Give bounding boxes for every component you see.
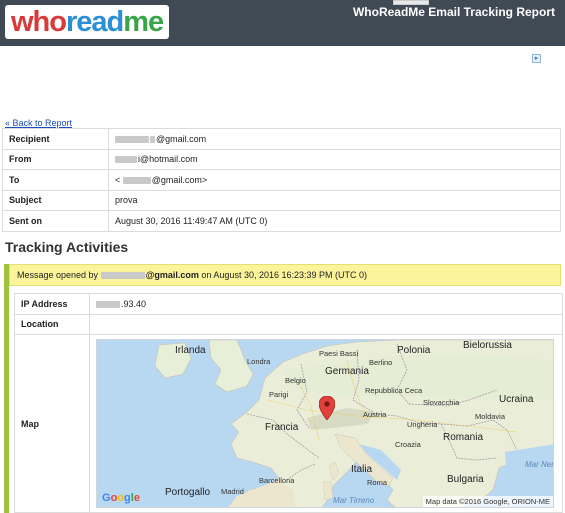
map-label: Parigi: [269, 390, 289, 399]
subject-value: prova: [108, 189, 561, 211]
tracking-activity: Message opened by @gmail.com on August 3…: [4, 264, 563, 513]
redacted-block: [150, 135, 155, 143]
logo-text-me: me: [123, 6, 164, 38]
ip-address-value: .93.40: [89, 293, 563, 315]
table-row: Subject prova: [2, 189, 561, 211]
recipient-label: Recipient: [2, 128, 109, 150]
report-title: WhoReadMe Email Tracking Report: [352, 5, 555, 19]
table-row: From i@hotmail.com: [2, 148, 561, 170]
to-label: To: [2, 169, 109, 191]
recipient-value: @gmail.com: [108, 128, 561, 150]
google-logo[interactable]: Google: [102, 492, 140, 504]
activity-summary: Message opened by @gmail.com on August 3…: [9, 264, 561, 286]
map-label: Moldavia: [475, 412, 506, 421]
map-label: Germania: [325, 366, 369, 377]
sent-on-label: Sent on: [2, 210, 109, 232]
redacted-block: [100, 272, 145, 280]
opened-timestamp: August 30, 2016 16:23:39 PM (UTC 0): [213, 270, 368, 280]
location-value: [89, 313, 563, 335]
sent-on-value: August 30, 2016 11:49:47 AM (UTC 0): [108, 210, 561, 232]
table-row: Map Irlanda Londra Paesi Bassi Berlino P…: [14, 334, 563, 513]
map-label: Mar Nero: [525, 460, 554, 469]
logo-text-read: read: [66, 6, 124, 38]
map-label: Francia: [265, 422, 299, 433]
map-label: Barcellona: [259, 476, 295, 485]
logo-text-who: who: [11, 6, 67, 38]
map-label: Ucraina: [499, 394, 534, 405]
map-label: Ungheria: [407, 420, 438, 429]
table-row: Recipient @gmail.com: [2, 128, 561, 150]
activity-detail-table: IP Address .93.40 Location Map Irlanda L…: [14, 293, 563, 513]
map-label: Map: [14, 334, 90, 513]
map-label: Roma: [367, 478, 388, 487]
redacted-block: [122, 176, 151, 184]
map-label: Paesi Bassi: [319, 349, 359, 358]
map-label: Austria: [363, 410, 387, 419]
tracking-activities-heading: Tracking Activities: [5, 239, 129, 255]
back-to-report-link[interactable]: « Back to Report: [5, 118, 72, 128]
map-label: Bulgaria: [447, 474, 484, 485]
location-label: Location: [14, 313, 90, 335]
from-label: From: [2, 148, 109, 170]
map-label: Madrid: [221, 487, 244, 496]
map-label: Polonia: [397, 345, 431, 356]
map-label: Italia: [351, 464, 373, 475]
app-header: whoreadme WhoReadMe Email Tracking Repor…: [0, 0, 565, 46]
map-label: Berlino: [369, 358, 393, 367]
map-label: Mar Tirreno: [333, 496, 375, 505]
redacted-block: [115, 135, 149, 143]
map-label: Slovacchia: [423, 398, 460, 407]
map-label: Londra: [247, 357, 271, 366]
table-row: Sent on August 30, 2016 11:49:47 AM (UTC…: [2, 210, 561, 232]
adchoices-icon[interactable]: ▸: [532, 54, 541, 63]
email-info-table: Recipient @gmail.com From i@hotmail.com …: [2, 128, 561, 232]
map-cell: Irlanda Londra Paesi Bassi Berlino Polon…: [89, 334, 563, 513]
redacted-block: [96, 300, 120, 308]
ip-address-label: IP Address: [14, 293, 90, 315]
ad-banner: ▸: [0, 46, 565, 118]
from-value: i@hotmail.com: [108, 148, 561, 170]
redacted-block: [115, 156, 137, 164]
table-row: To < @gmail.com>: [2, 169, 561, 191]
map-label: Repubblica Ceca: [365, 386, 423, 395]
table-row: Location: [14, 313, 563, 335]
map-copyright[interactable]: Map data ©2016 Google, ORION-ME: [422, 496, 553, 507]
map-label: Romania: [443, 432, 484, 443]
whoreadme-logo[interactable]: whoreadme: [5, 5, 170, 39]
location-map[interactable]: Irlanda Londra Paesi Bassi Berlino Polon…: [96, 339, 554, 508]
map-label: Portogallo: [165, 487, 211, 498]
map-label: Belgio: [285, 376, 306, 385]
map-label: Irlanda: [175, 345, 206, 356]
subject-label: Subject: [2, 189, 109, 211]
opener-email: @gmail.com: [145, 270, 199, 280]
table-row: IP Address .93.40: [14, 293, 563, 315]
map-label: Croazia: [395, 440, 421, 449]
to-value: < @gmail.com>: [108, 169, 561, 191]
map-label: Bielorussia: [463, 340, 512, 351]
